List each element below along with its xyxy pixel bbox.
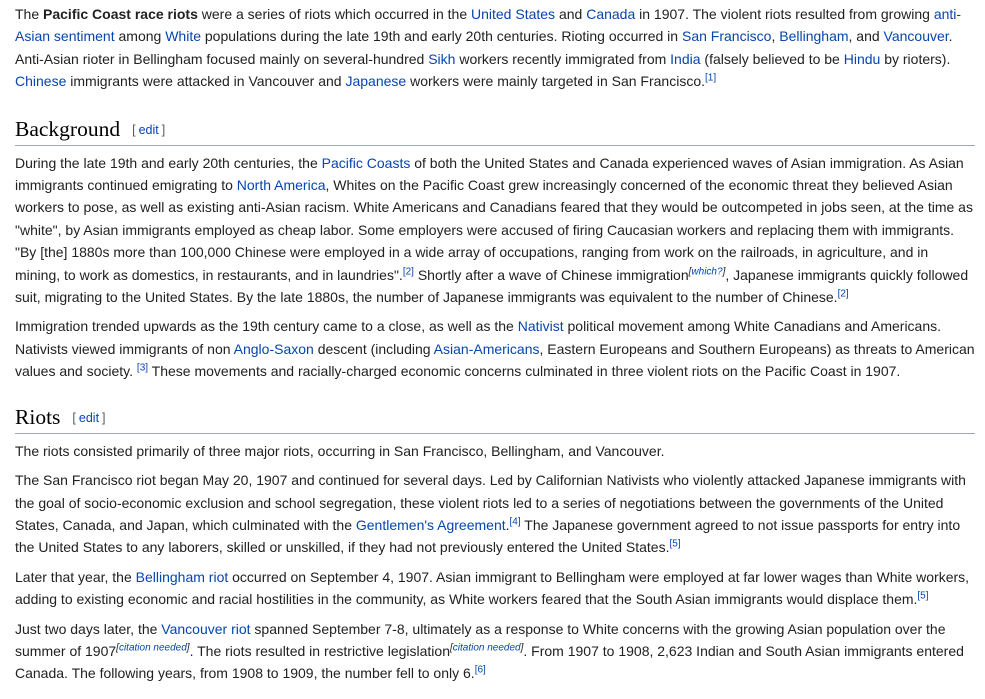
reference-2[interactable]: [2] <box>838 288 849 299</box>
link-bellingham[interactable]: Bellingham <box>779 28 848 44</box>
link-white[interactable]: White <box>165 28 201 44</box>
background-paragraph-2: Immigration trended upwards as the 19th … <box>15 315 975 382</box>
text: Later that year, the <box>15 568 136 585</box>
citation-needed-tag: [citation needed] <box>450 642 523 653</box>
link-bellingham-riot[interactable]: Bellingham riot <box>136 569 229 585</box>
link-nativist[interactable]: Nativist <box>518 318 564 334</box>
riots-paragraph-2: The San Francisco riot began May 20, 190… <box>15 469 975 559</box>
article-subject: Pacific Coast race riots <box>43 6 198 22</box>
reference-2[interactable]: [2] <box>403 266 414 277</box>
text: (falsely believed to be <box>700 50 844 67</box>
text: populations during the late 19th and ear… <box>201 28 682 45</box>
reference-link[interactable]: [2] <box>838 288 849 299</box>
bracket: [ <box>72 410 76 425</box>
heading-text: Riots <box>15 404 61 429</box>
riots-paragraph-4: Just two days later, the Vancouver riot … <box>15 618 975 685</box>
text: workers were mainly targeted in San Fran… <box>406 73 705 90</box>
reference-link[interactable]: [5] <box>917 590 928 601</box>
text: These movements and racially-charged eco… <box>148 363 901 380</box>
text: . The riots resulted in restrictive legi… <box>189 642 450 659</box>
text: by rioters). <box>880 50 951 67</box>
which-tag: [which?] <box>689 266 726 277</box>
text: in 1907. The violent riots resulted from… <box>635 6 934 22</box>
link-vancouver[interactable]: Vancouver <box>884 28 949 44</box>
heading-text: Background <box>15 116 121 141</box>
bracket: [ <box>132 122 136 137</box>
reference-link[interactable]: [2] <box>403 266 414 277</box>
reference-5[interactable]: [5] <box>917 590 928 601</box>
citation-needed-tag: [citation needed] <box>116 642 189 653</box>
article-content: The Pacific Coast race riots were a seri… <box>0 0 985 685</box>
reference-1[interactable]: [1] <box>705 73 716 84</box>
section-heading-background: Background [edit] <box>15 115 975 146</box>
link-san-francisco[interactable]: San Francisco <box>682 28 771 44</box>
text: workers recently immigrated from <box>455 50 671 67</box>
link-gentlemens-agreement[interactable]: Gentlemen's Agreement <box>356 517 506 533</box>
riots-paragraph-3: Later that year, the Bellingham riot occ… <box>15 566 975 611</box>
edit-link-riots[interactable]: edit <box>79 411 99 425</box>
bracket: ] <box>161 122 166 137</box>
link-india[interactable]: India <box>670 51 700 67</box>
edit-section: [edit] <box>132 123 165 137</box>
reference-link[interactable]: [5] <box>669 539 680 550</box>
text: immigrants were attacked in Vancouver an… <box>66 73 346 90</box>
text: During the late 19th and early 20th cent… <box>15 154 322 171</box>
text: Just two days later, the <box>15 620 162 637</box>
link-united-states[interactable]: United States <box>471 6 555 22</box>
reference-link[interactable]: [3] <box>137 363 148 374</box>
reference-link[interactable]: [4] <box>510 516 521 527</box>
link-north-america[interactable]: North America <box>237 177 326 193</box>
link-asian-americans[interactable]: Asian-Americans <box>434 341 540 357</box>
text: Shortly after a wave of Chinese immigrat… <box>413 266 689 283</box>
intro-paragraph: The Pacific Coast race riots were a seri… <box>15 3 975 93</box>
reference-6[interactable]: [6] <box>475 665 486 676</box>
link-pacific-coasts[interactable]: Pacific Coasts <box>322 155 411 171</box>
section-heading-riots: Riots [edit] <box>15 403 975 434</box>
edit-section: [edit] <box>72 411 105 425</box>
text: The <box>15 6 44 22</box>
edit-link-background[interactable]: edit <box>139 123 159 137</box>
text: , and <box>848 28 884 45</box>
bracket: ] <box>102 410 106 425</box>
reference-link[interactable]: [6] <box>475 665 486 676</box>
text: Immigration trended upwards as the 19th … <box>15 318 518 335</box>
link-anglo-saxon[interactable]: Anglo-Saxon <box>234 341 314 357</box>
link-japanese[interactable]: Japanese <box>345 73 406 89</box>
text: and <box>555 6 587 22</box>
reference-5[interactable]: [5] <box>669 539 680 550</box>
reference-4[interactable]: [4] <box>510 516 521 527</box>
text: were a series of riots which occurred in… <box>197 6 471 22</box>
background-paragraph-1: During the late 19th and early 20th cent… <box>15 152 975 309</box>
text: among <box>114 28 166 45</box>
link-hindu[interactable]: Hindu <box>844 51 881 67</box>
link-canada[interactable]: Canada <box>586 6 635 22</box>
which-link[interactable]: which? <box>691 266 722 277</box>
reference-link[interactable]: [1] <box>705 73 716 84</box>
link-vancouver-riot[interactable]: Vancouver riot <box>161 621 250 637</box>
link-sikh[interactable]: Sikh <box>428 51 455 67</box>
citation-needed-link[interactable]: citation needed <box>453 642 521 653</box>
reference-3[interactable]: [3] <box>137 363 148 374</box>
text: descent (including <box>313 340 434 357</box>
citation-needed-link[interactable]: citation needed <box>119 642 187 653</box>
riots-paragraph-1: The riots consisted primarily of three m… <box>15 442 665 459</box>
link-chinese[interactable]: Chinese <box>15 73 66 89</box>
